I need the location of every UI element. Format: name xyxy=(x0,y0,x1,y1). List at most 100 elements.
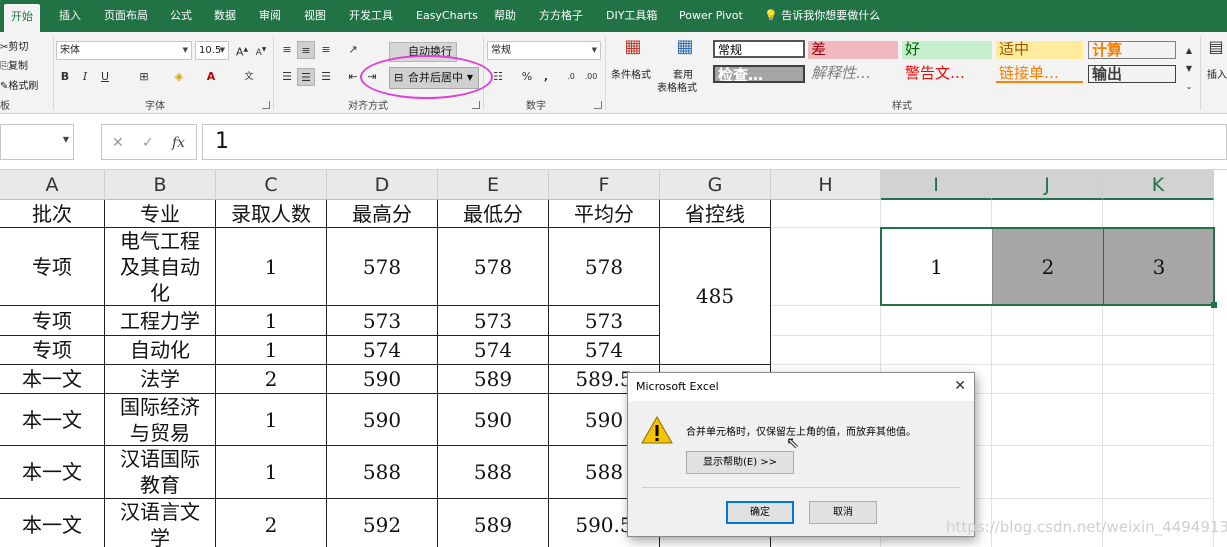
insert-cells-icon[interactable]: ▤ xyxy=(1207,38,1225,60)
table-format-icon[interactable]: ▦ xyxy=(673,38,697,62)
column-header-H[interactable]: H xyxy=(771,170,881,200)
column-header-A[interactable]: A xyxy=(0,170,105,200)
table-cell[interactable]: 588 xyxy=(327,446,438,499)
tab-power-pivot[interactable]: Power Pivot xyxy=(672,0,750,32)
copy-button[interactable]: ⎘复制 xyxy=(0,57,28,72)
tab-diy-toolbox[interactable]: DIY工具箱 xyxy=(599,0,664,32)
align-bottom-icon[interactable]: ≡ xyxy=(317,41,335,59)
conditional-format-icon[interactable]: ▦ xyxy=(621,38,645,62)
grid-cell[interactable] xyxy=(1103,446,1214,499)
table-cell[interactable]: 589 xyxy=(438,499,549,547)
grid-cell[interactable] xyxy=(771,228,881,306)
table-cell[interactable]: 574 xyxy=(549,336,660,365)
grid-cell[interactable] xyxy=(881,336,992,365)
table-cell[interactable]: 590 xyxy=(327,394,438,446)
align-right-icon[interactable]: ☰ xyxy=(317,68,335,86)
table-header-cell[interactable]: 平均分 xyxy=(549,200,660,228)
cancel-button[interactable]: 取消 xyxy=(809,501,877,524)
table-cell[interactable]: 本一文 xyxy=(0,365,105,394)
percent-style-button[interactable]: % xyxy=(518,68,536,86)
cut-button[interactable]: ✂剪切 xyxy=(0,38,28,53)
table-cell[interactable]: 588 xyxy=(438,446,549,499)
align-left-icon[interactable]: ☰ xyxy=(278,68,296,86)
table-header-cell[interactable]: 录取人数 xyxy=(216,200,327,228)
table-cell[interactable]: 574 xyxy=(438,336,549,365)
table-cell[interactable]: 本一文 xyxy=(0,446,105,499)
table-cell[interactable]: 578 xyxy=(549,228,660,306)
chevron-down-icon[interactable]: ▼ xyxy=(63,135,69,144)
table-cell[interactable]: 573 xyxy=(438,306,549,336)
align-center-icon[interactable]: ☰ xyxy=(297,68,315,86)
decrease-decimal-icon[interactable]: .00 xyxy=(582,68,600,86)
styles-more-icon[interactable]: ⌄ xyxy=(1180,78,1198,96)
column-header-E[interactable]: E xyxy=(438,170,549,200)
table-header-cell[interactable]: 最高分 xyxy=(327,200,438,228)
table-cell[interactable]: 1 xyxy=(216,394,327,446)
table-cell[interactable]: 2 xyxy=(216,365,327,394)
decrease-font-icon[interactable]: A▼ xyxy=(252,41,270,59)
table-cell[interactable]: 573 xyxy=(327,306,438,336)
tab-fangfang[interactable]: 方方格子 xyxy=(532,0,590,32)
grid-cell[interactable] xyxy=(992,200,1103,228)
grid-cell[interactable] xyxy=(992,306,1103,336)
table-cell[interactable]: 578 xyxy=(327,228,438,306)
table-cell[interactable]: 汉语国际教育 xyxy=(105,446,216,499)
underline-button[interactable]: U xyxy=(96,68,114,86)
table-cell[interactable]: 本一文 xyxy=(0,394,105,446)
tab-formulas[interactable]: 公式 xyxy=(163,0,199,32)
grid-cell[interactable] xyxy=(881,306,992,336)
table-format-label-2[interactable]: 表格格式 xyxy=(657,79,697,94)
tab-help[interactable]: 帮助 xyxy=(487,0,523,32)
table-cell[interactable]: 2 xyxy=(216,499,327,547)
tab-home[interactable]: 开始 xyxy=(4,4,40,32)
table-cell[interactable]: 573 xyxy=(549,306,660,336)
grid-cell[interactable] xyxy=(992,446,1103,499)
grid-cell[interactable] xyxy=(771,306,881,336)
grid-cell[interactable] xyxy=(881,200,992,228)
table-header-cell[interactable]: 省控线 xyxy=(660,200,771,228)
grid-cell[interactable] xyxy=(771,200,881,228)
grid-cell[interactable] xyxy=(1103,306,1214,336)
style-explanatory[interactable]: 解释性… xyxy=(808,65,898,83)
table-cell[interactable]: 专项 xyxy=(0,228,105,306)
number-dialog-launcher-icon[interactable] xyxy=(594,101,602,109)
table-cell[interactable]: 法学 xyxy=(105,365,216,394)
grid-cell[interactable] xyxy=(992,365,1103,394)
column-header-J[interactable]: J xyxy=(992,170,1103,200)
style-bad[interactable]: 差 xyxy=(808,41,898,59)
tell-me-search[interactable]: 💡 告诉我你想要做什么 xyxy=(757,0,887,32)
cancel-entry-icon[interactable]: ✕ xyxy=(112,135,124,151)
insert-cells-button[interactable]: 插入 xyxy=(1207,66,1227,81)
table-cell[interactable]: 电气工程及其自动化 xyxy=(105,228,216,306)
table-cell[interactable]: 1 xyxy=(216,228,327,306)
column-header-B[interactable]: B xyxy=(105,170,216,200)
table-cell[interactable]: 专项 xyxy=(0,336,105,365)
column-header-G[interactable]: G xyxy=(660,170,771,200)
increase-decimal-icon[interactable]: .0 xyxy=(562,68,580,86)
insert-function-icon[interactable]: fx xyxy=(172,135,185,151)
column-header-C[interactable]: C xyxy=(216,170,327,200)
fill-color-icon[interactable]: ◈ xyxy=(170,68,188,86)
table-cell[interactable]: 1 xyxy=(216,446,327,499)
tab-developer[interactable]: 开发工具 xyxy=(342,0,400,32)
table-cell[interactable]: 592 xyxy=(327,499,438,547)
bold-button[interactable]: B xyxy=(56,68,74,86)
tab-page-layout[interactable]: 页面布局 xyxy=(97,0,155,32)
grid-cell[interactable] xyxy=(1103,200,1214,228)
name-box[interactable]: ▼ xyxy=(0,124,74,160)
table-cell[interactable]: 578 xyxy=(438,228,549,306)
table-cell[interactable]: 自动化 xyxy=(105,336,216,365)
italic-button[interactable]: I xyxy=(76,68,94,86)
style-warning[interactable]: 警告文… xyxy=(902,65,992,83)
fill-handle[interactable] xyxy=(1211,302,1217,308)
font-size-select[interactable]: 10.5 ▼ xyxy=(195,41,229,60)
merged-control-line-cell[interactable]: 485 xyxy=(660,228,771,365)
tab-insert[interactable]: 插入 xyxy=(52,0,88,32)
table-header-cell[interactable]: 最低分 xyxy=(438,200,549,228)
table-cell[interactable]: 574 xyxy=(327,336,438,365)
table-cell[interactable]: 专项 xyxy=(0,306,105,336)
align-middle-icon[interactable]: ≡ xyxy=(297,41,315,59)
grid-cell[interactable] xyxy=(771,336,881,365)
grid-cell[interactable] xyxy=(992,394,1103,446)
close-icon[interactable]: ✕ xyxy=(954,378,966,394)
